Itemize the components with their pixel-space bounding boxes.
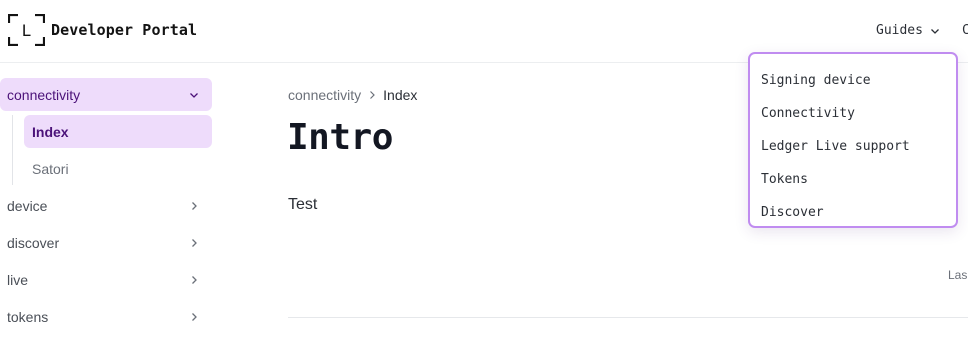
- guides-menu-item-discover[interactable]: Discover: [750, 196, 956, 229]
- page-title: Intro: [287, 117, 393, 158]
- chevron-down-icon: [190, 93, 198, 98]
- guides-menu-item-connectivity[interactable]: Connectivity: [750, 97, 956, 130]
- breadcrumb-current: Index: [383, 87, 418, 103]
- sidebar-item-satori[interactable]: Satori: [24, 152, 212, 185]
- chevron-right-icon: [192, 239, 197, 247]
- sidebar-item-label: Satori: [32, 160, 69, 177]
- guides-menu-item-tokens[interactable]: Tokens: [750, 163, 956, 196]
- last-updated-text: Las: [948, 268, 968, 282]
- sidebar-item-label: Index: [32, 123, 69, 140]
- sidebar-item-index[interactable]: Index: [24, 115, 212, 148]
- sidebar-section-discover[interactable]: discover: [0, 226, 212, 259]
- chevron-right-icon: [192, 202, 197, 210]
- sidebar-section-label: tokens: [7, 308, 49, 325]
- breadcrumb: connectivity Index: [288, 87, 417, 103]
- sidebar-section-tokens[interactable]: tokens: [0, 300, 212, 333]
- breadcrumb-parent-link[interactable]: connectivity: [288, 87, 361, 103]
- content-divider: [288, 317, 968, 318]
- brand-title[interactable]: Developer Portal: [51, 21, 197, 39]
- chevron-down-icon: [931, 28, 939, 34]
- guides-menu-item-signing-device[interactable]: Signing device: [750, 64, 956, 97]
- nav-guides-button[interactable]: Guides: [876, 23, 941, 38]
- sidebar-section-label: connectivity: [7, 86, 81, 103]
- sidebar-section-label: discover: [7, 234, 60, 251]
- nav-next-item[interactable]: C: [962, 23, 968, 38]
- chevron-right-icon: [192, 313, 197, 321]
- sidebar-tree-rail: [12, 115, 13, 185]
- nav-guides-label: Guides: [876, 23, 923, 38]
- sidebar-section-live[interactable]: live: [0, 263, 212, 296]
- page-body-text: Test: [288, 196, 318, 213]
- sidebar-section-label: live: [7, 271, 29, 288]
- ledger-logo-icon[interactable]: L: [8, 14, 45, 46]
- guides-dropdown-menu: Signing device Connectivity Ledger Live …: [748, 52, 958, 228]
- sidebar-section-device[interactable]: device: [0, 189, 212, 222]
- sidebar-section-connectivity[interactable]: connectivity: [0, 78, 212, 111]
- sidebar-section-label: device: [7, 197, 48, 214]
- chevron-right-icon: [192, 276, 197, 284]
- chevron-right-icon: [370, 91, 376, 99]
- svg-text:L: L: [22, 21, 32, 40]
- guides-menu-item-ledger-live-support[interactable]: Ledger Live support: [750, 130, 956, 163]
